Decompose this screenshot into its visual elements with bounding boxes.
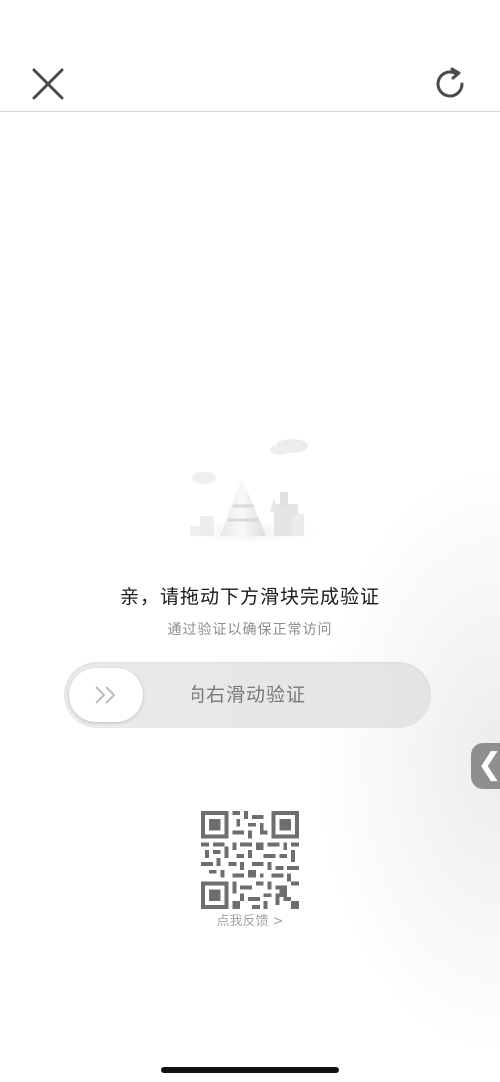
qr-code-image <box>201 811 299 909</box>
close-button[interactable] <box>28 64 68 104</box>
page-title: 亲，请拖动下方滑块完成验证 <box>119 586 380 608</box>
feedback-link[interactable]: 点我反馈 > <box>0 910 500 929</box>
refresh-button[interactable] <box>430 64 470 104</box>
chevron-left-icon: ❮ <box>477 747 500 782</box>
refresh-icon <box>436 67 464 98</box>
double-chevron-right-icon <box>95 686 115 704</box>
close-icon <box>32 68 64 100</box>
slider-knob[interactable] <box>69 668 143 722</box>
page-subtitle: 通过验证以确保正常访问 <box>167 622 333 638</box>
side-drawer-handle[interactable]: ❮ <box>471 743 500 789</box>
security-illustration <box>172 439 328 548</box>
slider-track[interactable]: 向右滑动验证 <box>64 662 431 728</box>
home-indicator[interactable] <box>161 1067 339 1073</box>
slider-hint-text: 向右滑动验证 <box>192 684 307 706</box>
top-bar <box>0 0 500 112</box>
